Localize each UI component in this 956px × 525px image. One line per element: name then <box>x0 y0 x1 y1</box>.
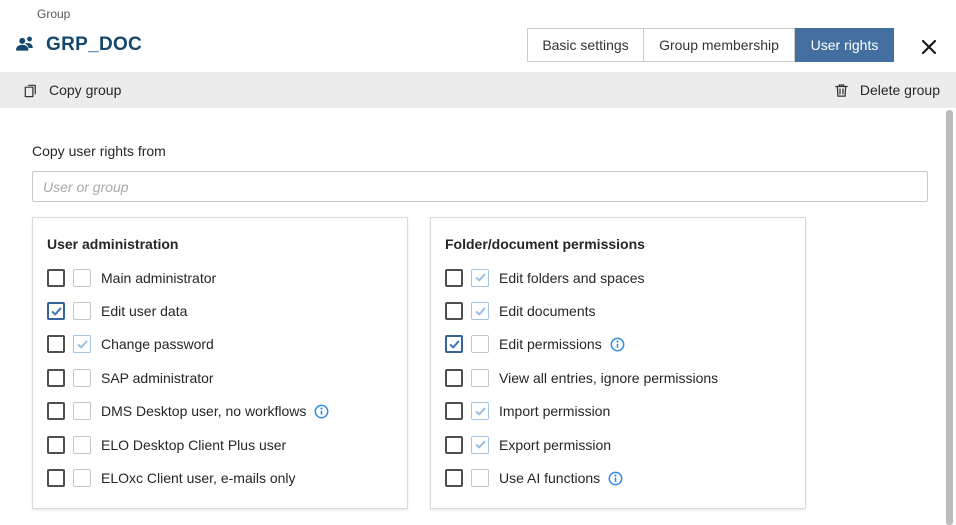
permission-row: ELO Desktop Client Plus user <box>47 428 393 461</box>
inherited-right-checkbox <box>471 402 489 421</box>
inherited-right-checkbox <box>73 469 91 488</box>
entity-type-label: Group <box>37 7 71 21</box>
permission-label: Use AI functions <box>499 470 601 487</box>
permission-row: Edit user data <box>47 294 393 327</box>
permission-row: Edit folders and spaces <box>445 261 791 294</box>
copy-icon <box>22 82 39 99</box>
copy-rights-from-label: Copy user rights from <box>32 143 166 159</box>
permission-label: SAP administrator <box>101 369 214 386</box>
own-right-checkbox[interactable] <box>47 335 65 354</box>
panel-title: User administration <box>47 236 179 252</box>
info-icon[interactable] <box>610 337 625 352</box>
own-right-checkbox[interactable] <box>445 335 463 354</box>
inherited-right-checkbox <box>73 268 91 287</box>
permission-row: DMS Desktop user, no workflows <box>47 395 393 428</box>
permission-label: Edit permissions <box>499 336 602 353</box>
rights-panel: Folder/document permissions Edit folders … <box>430 217 806 509</box>
permission-row: Main administrator <box>47 261 393 294</box>
panel-title: Folder/document permissions <box>445 236 645 252</box>
inherited-right-checkbox <box>73 435 91 454</box>
info-icon[interactable] <box>608 471 623 486</box>
permission-label: Import permission <box>499 403 611 420</box>
permission-row: Use AI functions <box>445 461 791 494</box>
page-title: GRP_DOC <box>46 33 143 55</box>
toolbar: Copy group Delete group <box>0 72 956 108</box>
permission-row: SAP administrator <box>47 361 393 394</box>
permission-row: Change password <box>47 328 393 361</box>
own-right-checkbox[interactable] <box>47 268 65 287</box>
trash-icon <box>833 82 850 99</box>
own-right-checkbox[interactable] <box>47 402 65 421</box>
permission-label: Export permission <box>499 436 612 453</box>
rights-panel: User administration Main administrator Edi… <box>32 217 408 509</box>
own-right-checkbox[interactable] <box>445 268 463 287</box>
inherited-right-checkbox <box>73 402 91 421</box>
tab-user-rights[interactable]: User rights <box>795 28 894 62</box>
own-right-checkbox[interactable] <box>47 469 65 488</box>
permission-row: Edit documents <box>445 294 791 327</box>
permission-label: Edit folders and spaces <box>499 269 645 286</box>
own-right-checkbox[interactable] <box>445 368 463 387</box>
copy-group-label: Copy group <box>49 82 122 98</box>
inherited-right-checkbox <box>471 469 489 488</box>
delete-group-button[interactable]: Delete group <box>833 82 940 99</box>
info-icon[interactable] <box>314 404 329 419</box>
tab-bar: Basic settings Group membership User right… <box>527 28 894 62</box>
permission-label: View all entries, ignore permissions <box>499 369 719 386</box>
permission-row: Edit permissions <box>445 328 791 361</box>
inherited-right-checkbox <box>471 368 489 387</box>
title-row: GRP_DOC <box>14 33 142 56</box>
group-icon <box>14 33 37 56</box>
copy-group-button[interactable]: Copy group <box>22 82 121 99</box>
permission-label: Main administrator <box>101 269 217 286</box>
own-right-checkbox[interactable] <box>445 469 463 488</box>
permission-label: Edit documents <box>499 303 596 320</box>
permission-row: Export permission <box>445 428 791 461</box>
own-right-checkbox[interactable] <box>445 435 463 454</box>
user-or-group-input[interactable] <box>32 171 928 202</box>
panels: User administration Main administrator Edi… <box>32 217 806 509</box>
permission-label: Edit user data <box>101 303 188 320</box>
own-right-checkbox[interactable] <box>445 402 463 421</box>
delete-group-label: Delete group <box>859 82 940 98</box>
tab-basic-settings[interactable]: Basic settings <box>527 28 644 62</box>
vertical-scrollbar-thumb[interactable] <box>946 110 953 525</box>
permission-label: DMS Desktop user, no workflows <box>101 403 307 420</box>
group-dialog: Group GRP_DOC Basic settings Group member… <box>0 0 956 525</box>
own-right-checkbox[interactable] <box>47 368 65 387</box>
permission-row: ELOxc Client user, e-mails only <box>47 461 393 494</box>
inherited-right-checkbox <box>73 335 91 354</box>
own-right-checkbox[interactable] <box>47 435 65 454</box>
inherited-right-checkbox <box>471 302 489 321</box>
permission-row: View all entries, ignore permissions <box>445 361 791 394</box>
tab-group-membership[interactable]: Group membership <box>644 28 795 62</box>
inherited-right-checkbox <box>73 368 91 387</box>
inherited-right-checkbox <box>73 302 91 321</box>
inherited-right-checkbox <box>471 435 489 454</box>
permission-label: ELOxc Client user, e-mails only <box>101 470 296 487</box>
permission-row: Import permission <box>445 395 791 428</box>
permission-label: ELO Desktop Client Plus user <box>101 436 287 453</box>
inherited-right-checkbox <box>471 268 489 287</box>
close-icon[interactable] <box>918 36 940 58</box>
own-right-checkbox[interactable] <box>47 302 65 321</box>
permission-label: Change password <box>101 336 214 353</box>
own-right-checkbox[interactable] <box>445 302 463 321</box>
inherited-right-checkbox <box>471 335 489 354</box>
